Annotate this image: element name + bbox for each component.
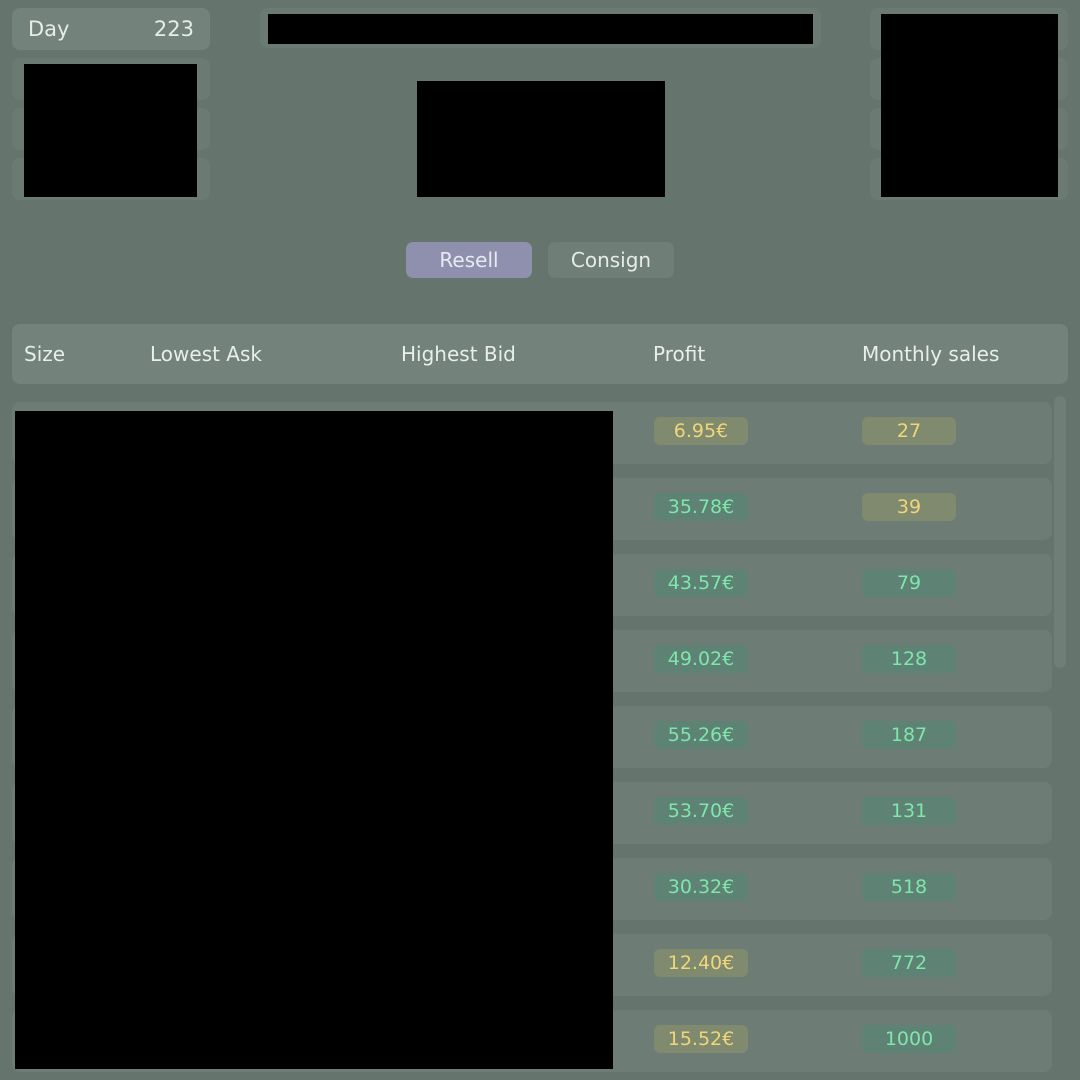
table-header: Size Lowest Ask Highest Bid Profit Month… <box>12 324 1068 384</box>
redacted-size-ask-bid-columns <box>15 411 613 1069</box>
column-header-profit[interactable]: Profit <box>653 324 705 384</box>
monthly-sales-value: 1000 <box>862 1025 956 1053</box>
day-value: 223 <box>153 17 194 41</box>
profit-value: 55.26€ <box>654 721 748 749</box>
monthly-sales-value: 128 <box>862 645 956 673</box>
monthly-sales-value: 27 <box>862 417 956 445</box>
profit-value: 30.32€ <box>654 873 748 901</box>
monthly-sales-value: 518 <box>862 873 956 901</box>
table-scrollbar-thumb[interactable] <box>1054 396 1066 668</box>
tab-consign[interactable]: Consign <box>548 242 674 278</box>
monthly-sales-value: 772 <box>862 949 956 977</box>
profit-value: 53.70€ <box>654 797 748 825</box>
tab-resell[interactable]: Resell <box>406 242 532 278</box>
monthly-sales-value: 187 <box>862 721 956 749</box>
profit-value: 49.02€ <box>654 645 748 673</box>
column-header-highest-bid[interactable]: Highest Bid <box>401 324 516 384</box>
profit-value: 15.52€ <box>654 1025 748 1053</box>
column-header-monthly-sales[interactable]: Monthly sales <box>862 324 999 384</box>
monthly-sales-value: 39 <box>862 493 956 521</box>
profit-value: 6.95€ <box>654 417 748 445</box>
column-header-lowest-ask[interactable]: Lowest Ask <box>150 324 262 384</box>
redacted-right-stats <box>881 14 1058 197</box>
redacted-left-stats <box>24 64 197 197</box>
profit-value: 43.57€ <box>654 569 748 597</box>
profit-value: 35.78€ <box>654 493 748 521</box>
day-counter: Day 223 <box>12 8 210 50</box>
monthly-sales-value: 79 <box>862 569 956 597</box>
profit-value: 12.40€ <box>654 949 748 977</box>
redacted-title <box>268 14 813 44</box>
monthly-sales-value: 131 <box>862 797 956 825</box>
redacted-product-image <box>417 81 665 197</box>
column-header-size[interactable]: Size <box>24 324 65 384</box>
day-label: Day <box>28 17 70 41</box>
